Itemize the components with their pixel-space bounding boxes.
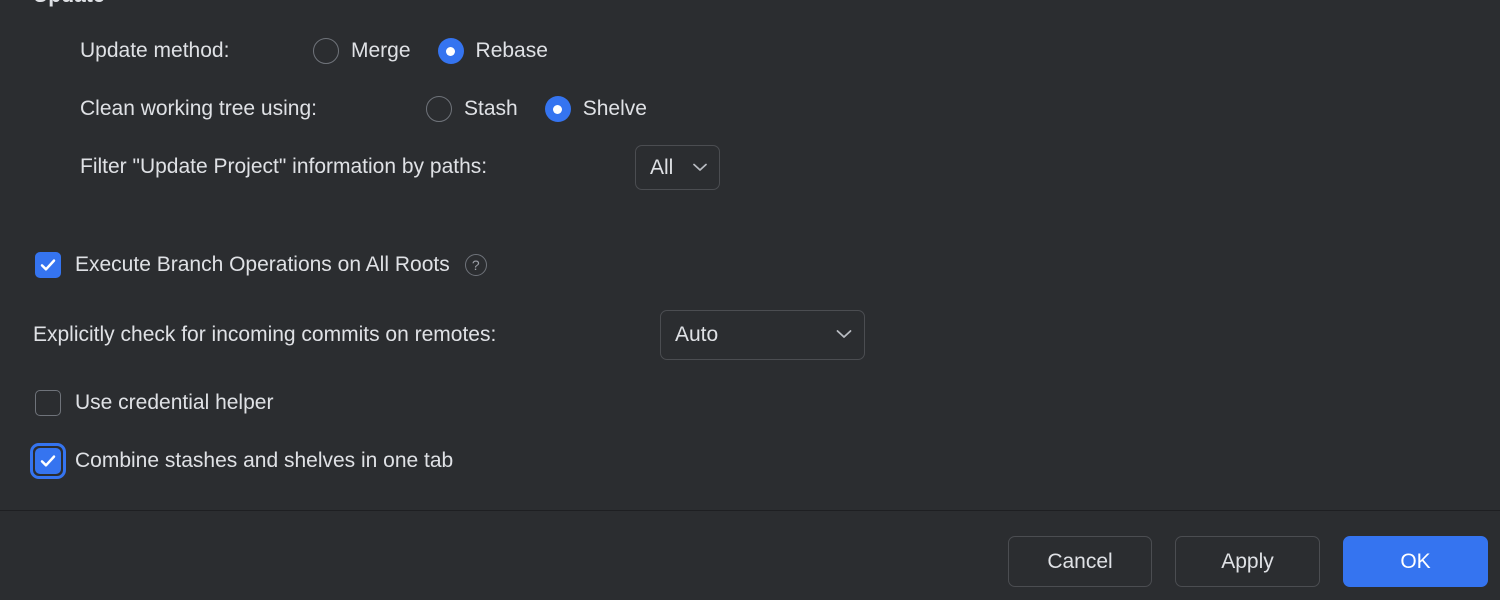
checkmark-icon bbox=[40, 259, 56, 271]
clean-working-tree-row: Clean working tree using: bbox=[80, 94, 317, 124]
chevron-down-icon bbox=[836, 326, 852, 344]
radio-option-stash[interactable]: Stash bbox=[426, 96, 518, 122]
combine-stashes-checkbox[interactable] bbox=[35, 448, 61, 474]
use-credential-helper-label: Use credential helper bbox=[75, 391, 274, 414]
radio-merge-label: Merge bbox=[351, 39, 411, 62]
filter-paths-label: Filter "Update Project" information by p… bbox=[80, 155, 488, 178]
update-method-row: Update method: bbox=[80, 36, 229, 66]
radio-option-rebase[interactable]: Rebase bbox=[437, 38, 548, 64]
section-title-update: Update bbox=[33, 0, 105, 8]
radio-merge-indicator[interactable] bbox=[313, 38, 339, 64]
filter-paths-combobox[interactable]: All bbox=[635, 145, 720, 190]
radio-shelve-label: Shelve bbox=[582, 97, 647, 120]
incoming-commits-value: Auto bbox=[675, 323, 719, 346]
radio-rebase-label: Rebase bbox=[475, 39, 548, 62]
incoming-commits-row: Explicitly check for incoming commits on… bbox=[33, 320, 496, 350]
combine-stashes-checkbox-wrap[interactable] bbox=[30, 443, 66, 479]
radio-rebase-indicator[interactable] bbox=[437, 38, 464, 64]
radio-option-merge[interactable]: Merge bbox=[313, 38, 411, 64]
radio-shelve-indicator[interactable] bbox=[544, 96, 571, 122]
ok-button[interactable]: OK bbox=[1343, 536, 1488, 587]
combine-stashes-row[interactable]: Combine stashes and shelves in one tab bbox=[30, 443, 453, 479]
help-circle-icon[interactable]: ? bbox=[464, 254, 487, 276]
incoming-commits-label: Explicitly check for incoming commits on… bbox=[33, 323, 497, 346]
filter-paths-value: All bbox=[650, 155, 674, 179]
execute-branch-operations-label: Execute Branch Operations on All Roots bbox=[75, 253, 450, 276]
apply-button[interactable]: Apply bbox=[1175, 536, 1320, 587]
incoming-commits-combobox[interactable]: Auto bbox=[660, 310, 865, 360]
execute-branch-operations-checkbox[interactable] bbox=[35, 252, 61, 278]
use-credential-helper-checkbox[interactable] bbox=[35, 390, 61, 416]
execute-branch-operations-row[interactable]: Execute Branch Operations on All Roots ? bbox=[30, 247, 487, 283]
clean-working-tree-radio-group: Stash Shelve bbox=[426, 95, 647, 123]
chevron-down-icon bbox=[693, 159, 707, 177]
radio-option-shelve[interactable]: Shelve bbox=[544, 96, 647, 122]
clean-working-tree-label: Clean working tree using: bbox=[80, 97, 317, 120]
settings-dialog: Update Update method: Merge Rebase Clean… bbox=[0, 0, 1500, 600]
combine-stashes-label: Combine stashes and shelves in one tab bbox=[75, 449, 454, 472]
radio-stash-indicator[interactable] bbox=[426, 96, 452, 122]
use-credential-helper-row[interactable]: Use credential helper bbox=[30, 385, 273, 421]
filter-paths-row: Filter "Update Project" information by p… bbox=[80, 152, 487, 182]
update-method-radio-group: Merge Rebase bbox=[313, 37, 548, 65]
use-credential-helper-checkbox-wrap[interactable] bbox=[30, 385, 66, 421]
cancel-button[interactable]: Cancel bbox=[1008, 536, 1152, 587]
dialog-footer: Cancel Apply OK bbox=[0, 511, 1500, 600]
checkmark-icon bbox=[40, 455, 56, 467]
radio-stash-label: Stash bbox=[464, 97, 518, 120]
execute-branch-operations-checkbox-wrap[interactable] bbox=[30, 247, 66, 283]
update-method-label: Update method: bbox=[80, 39, 230, 62]
